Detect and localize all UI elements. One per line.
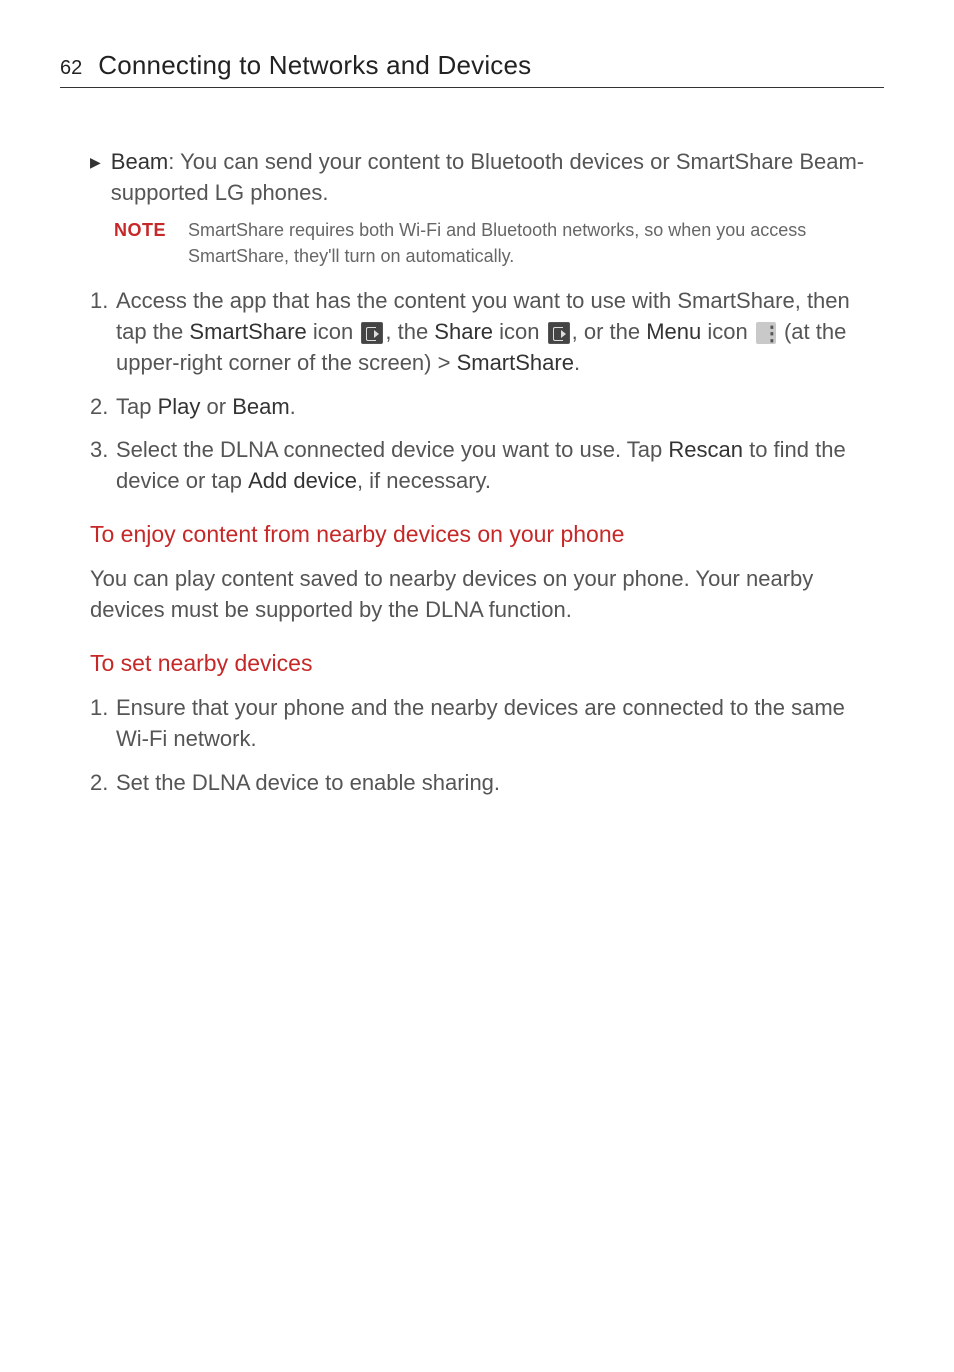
step-text: Ensure that your phone and the nearby de… bbox=[116, 692, 874, 754]
step-marker: 1. bbox=[90, 692, 116, 754]
bullet-text: Beam: You can send your content to Bluet… bbox=[111, 146, 874, 208]
step-marker: 2. bbox=[90, 391, 116, 422]
page-number: 62 bbox=[60, 57, 82, 80]
step-text: Select the DLNA connected device you wan… bbox=[116, 434, 874, 496]
step-text: Set the DLNA device to enable sharing. bbox=[116, 767, 874, 798]
nearby-step-2: 2. Set the DLNA device to enable sharing… bbox=[90, 767, 874, 798]
heading-enjoy-content: To enjoy content from nearby devices on … bbox=[90, 518, 874, 551]
para-enjoy-content: You can play content saved to nearby dev… bbox=[90, 563, 874, 625]
note: NOTE SmartShare requires both Wi-Fi and … bbox=[114, 218, 874, 268]
step-marker: 3. bbox=[90, 434, 116, 496]
step-text: Tap Play or Beam. bbox=[116, 391, 874, 422]
page-content: ▶ Beam: You can send your content to Blu… bbox=[70, 146, 884, 798]
share-icon bbox=[548, 322, 570, 344]
header-title: Connecting to Networks and Devices bbox=[98, 50, 531, 81]
step-marker: 2. bbox=[90, 767, 116, 798]
smartshare-icon bbox=[361, 322, 383, 344]
step-marker: 1. bbox=[90, 285, 116, 379]
menu-icon bbox=[756, 322, 776, 344]
step-2: 2. Tap Play or Beam. bbox=[90, 391, 874, 422]
note-text: SmartShare requires both Wi-Fi and Bluet… bbox=[188, 218, 874, 268]
beam-text: : You can send your content to Bluetooth… bbox=[111, 149, 864, 205]
beam-label: Beam bbox=[111, 149, 168, 174]
nearby-step-1: 1. Ensure that your phone and the nearby… bbox=[90, 692, 874, 754]
note-label: NOTE bbox=[114, 218, 166, 268]
step-3: 3. Select the DLNA connected device you … bbox=[90, 434, 874, 496]
step-text: Access the app that has the content you … bbox=[116, 285, 874, 379]
step-1: 1. Access the app that has the content y… bbox=[90, 285, 874, 379]
bullet-icon: ▶ bbox=[90, 153, 101, 208]
beam-bullet: ▶ Beam: You can send your content to Blu… bbox=[90, 146, 874, 208]
page-header: 62 Connecting to Networks and Devices bbox=[60, 50, 884, 88]
heading-set-nearby: To set nearby devices bbox=[90, 647, 874, 680]
